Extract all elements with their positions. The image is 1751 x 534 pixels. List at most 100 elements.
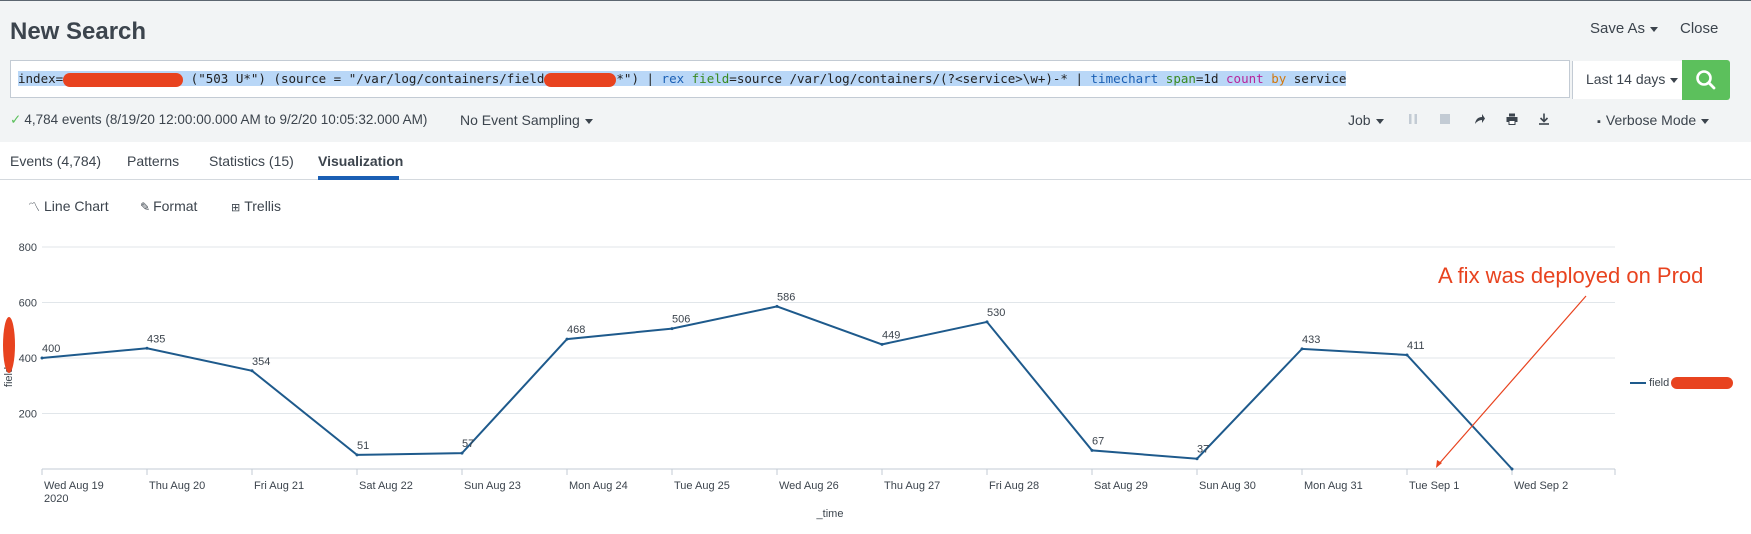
- tab-visualization[interactable]: Visualization: [318, 153, 403, 169]
- chevron-down-icon: [1375, 118, 1384, 124]
- tab-patterns[interactable]: Patterns: [127, 153, 179, 169]
- close-button[interactable]: Close: [1680, 20, 1718, 37]
- data-point: [355, 453, 359, 457]
- x-axis-title: _time: [816, 508, 844, 520]
- data-point: [250, 369, 254, 373]
- data-point: [145, 346, 149, 350]
- data-point: [565, 337, 569, 341]
- data-point: [1090, 448, 1094, 452]
- job-label: Job: [1348, 112, 1371, 128]
- query-span-kw: span: [1165, 71, 1196, 86]
- y-tick-label: 800: [19, 242, 37, 254]
- query-rex: rex: [661, 71, 685, 86]
- data-label: 435: [147, 333, 165, 345]
- data-point: [1195, 457, 1199, 461]
- query-timechart: timechart: [1090, 71, 1159, 86]
- x-tick-year-label: 2020: [44, 493, 68, 505]
- line-chart: 200 400 600 800 Wed Aug 19 Thu Aug 20 Fri Aug …: [3, 242, 1703, 520]
- data-point: [1405, 353, 1409, 357]
- data-point: [670, 327, 674, 331]
- query-regex: =source /var/log/containers/(?<service>\…: [729, 71, 1091, 86]
- x-tick-label: Thu Aug 27: [884, 480, 940, 492]
- data-label: 449: [882, 329, 900, 341]
- query-by: by: [1271, 71, 1287, 86]
- job-menu[interactable]: Job: [1348, 112, 1384, 128]
- y-tick-label: 400: [19, 353, 37, 365]
- redacted-mark: [3, 317, 15, 373]
- tab-events[interactable]: Events (4,784): [10, 153, 101, 169]
- data-point: [1510, 467, 1514, 471]
- query-space: [1158, 71, 1166, 86]
- results-tabs: Events (4,784) Patterns Statistics (15) …: [0, 142, 1751, 180]
- x-tick-label: Fri Aug 28: [989, 480, 1039, 492]
- page-title: New Search: [10, 18, 147, 45]
- data-point: [40, 356, 44, 360]
- data-label: 506: [672, 314, 690, 326]
- check-icon: ✓: [10, 112, 22, 127]
- data-label: 37: [1197, 444, 1209, 456]
- line-chart-icon: 〽: [28, 200, 41, 214]
- x-tick-label: Tue Sep 1: [1409, 480, 1459, 492]
- x-tick-label: Sun Aug 30: [1199, 480, 1256, 492]
- data-label: 586: [777, 291, 795, 303]
- x-tick-label: Wed Sep 2: [1514, 480, 1568, 492]
- query-pipe-1: *") |: [616, 71, 662, 86]
- search-icon: [1696, 70, 1716, 90]
- trellis-button[interactable]: ⊞ Trellis: [231, 198, 281, 214]
- x-tick-label: Tue Aug 25: [674, 480, 730, 492]
- query-space: [684, 71, 692, 86]
- data-label: 51: [357, 440, 369, 452]
- data-label: 57: [462, 438, 474, 450]
- query-span-val: =1d: [1195, 71, 1227, 86]
- x-tick-label: Wed Aug 26: [779, 480, 839, 492]
- x-tick-label: Sat Aug 29: [1094, 480, 1148, 492]
- search-button[interactable]: [1682, 60, 1730, 100]
- data-label: 67: [1092, 435, 1104, 447]
- chart-legend: field: [1630, 377, 1734, 390]
- x-tick-label: Sun Aug 23: [464, 480, 521, 492]
- search-mode-dropdown[interactable]: ▪ Verbose Mode: [1597, 112, 1710, 128]
- export-icon[interactable]: [1538, 113, 1550, 125]
- x-tick-label: Wed Aug 19: [44, 480, 104, 492]
- pause-icon[interactable]: [1407, 113, 1419, 125]
- time-range-picker[interactable]: Last 14 days: [1572, 61, 1682, 99]
- tab-statistics[interactable]: Statistics (15): [209, 153, 294, 169]
- data-label: 433: [1302, 334, 1320, 346]
- format-label: Format: [153, 198, 198, 214]
- x-tick-label: Thu Aug 20: [149, 480, 205, 492]
- data-point: [1300, 347, 1304, 351]
- redacted-mark: [1671, 377, 1734, 390]
- data-point: [460, 451, 464, 455]
- stop-icon[interactable]: [1439, 113, 1451, 125]
- chevron-down-icon: [584, 118, 593, 124]
- format-button[interactable]: ✎ Format: [140, 198, 197, 214]
- annotation-arrow: [1437, 295, 1587, 466]
- active-tab-indicator: [318, 176, 399, 180]
- redacted-mark: [544, 72, 617, 87]
- search-status: ✓ 4,784 events (8/19/20 12:00:00.000 AM t…: [10, 112, 427, 128]
- line-chart-label: Line Chart: [44, 198, 109, 214]
- mode-icon: ▪: [1597, 116, 1601, 128]
- print-icon[interactable]: [1506, 113, 1518, 125]
- share-icon[interactable]: [1474, 113, 1486, 125]
- x-tick-label: Sat Aug 22: [359, 480, 413, 492]
- y-tick-label: 200: [19, 409, 37, 421]
- x-tick-label: Mon Aug 31: [1304, 480, 1363, 492]
- query-field-kw: field: [691, 71, 730, 86]
- sampling-label: No Event Sampling: [460, 112, 580, 128]
- data-label: 530: [987, 307, 1005, 319]
- search-query-text[interactable]: index= ("503 U*") (source = "/var/log/co…: [18, 71, 1347, 87]
- brush-icon: ✎: [140, 200, 151, 214]
- data-label: 354: [252, 356, 270, 368]
- query-service: service: [1286, 71, 1347, 86]
- event-count-text: 4,784 events (8/19/20 12:00:00.000 AM to…: [24, 112, 428, 127]
- x-tick-label: Fri Aug 21: [254, 480, 304, 492]
- save-as-button[interactable]: Save As: [1590, 20, 1659, 37]
- line-chart-button[interactable]: 〽 Line Chart: [28, 198, 109, 215]
- event-sampling-dropdown[interactable]: No Event Sampling: [460, 112, 593, 128]
- query-source: ("503 U*") (source = "/var/log/container…: [183, 71, 545, 86]
- search-input[interactable]: index= ("503 U*") (source = "/var/log/co…: [10, 60, 1570, 98]
- data-point: [775, 304, 779, 308]
- save-as-label: Save As: [1590, 20, 1646, 37]
- redacted-mark: [63, 72, 184, 87]
